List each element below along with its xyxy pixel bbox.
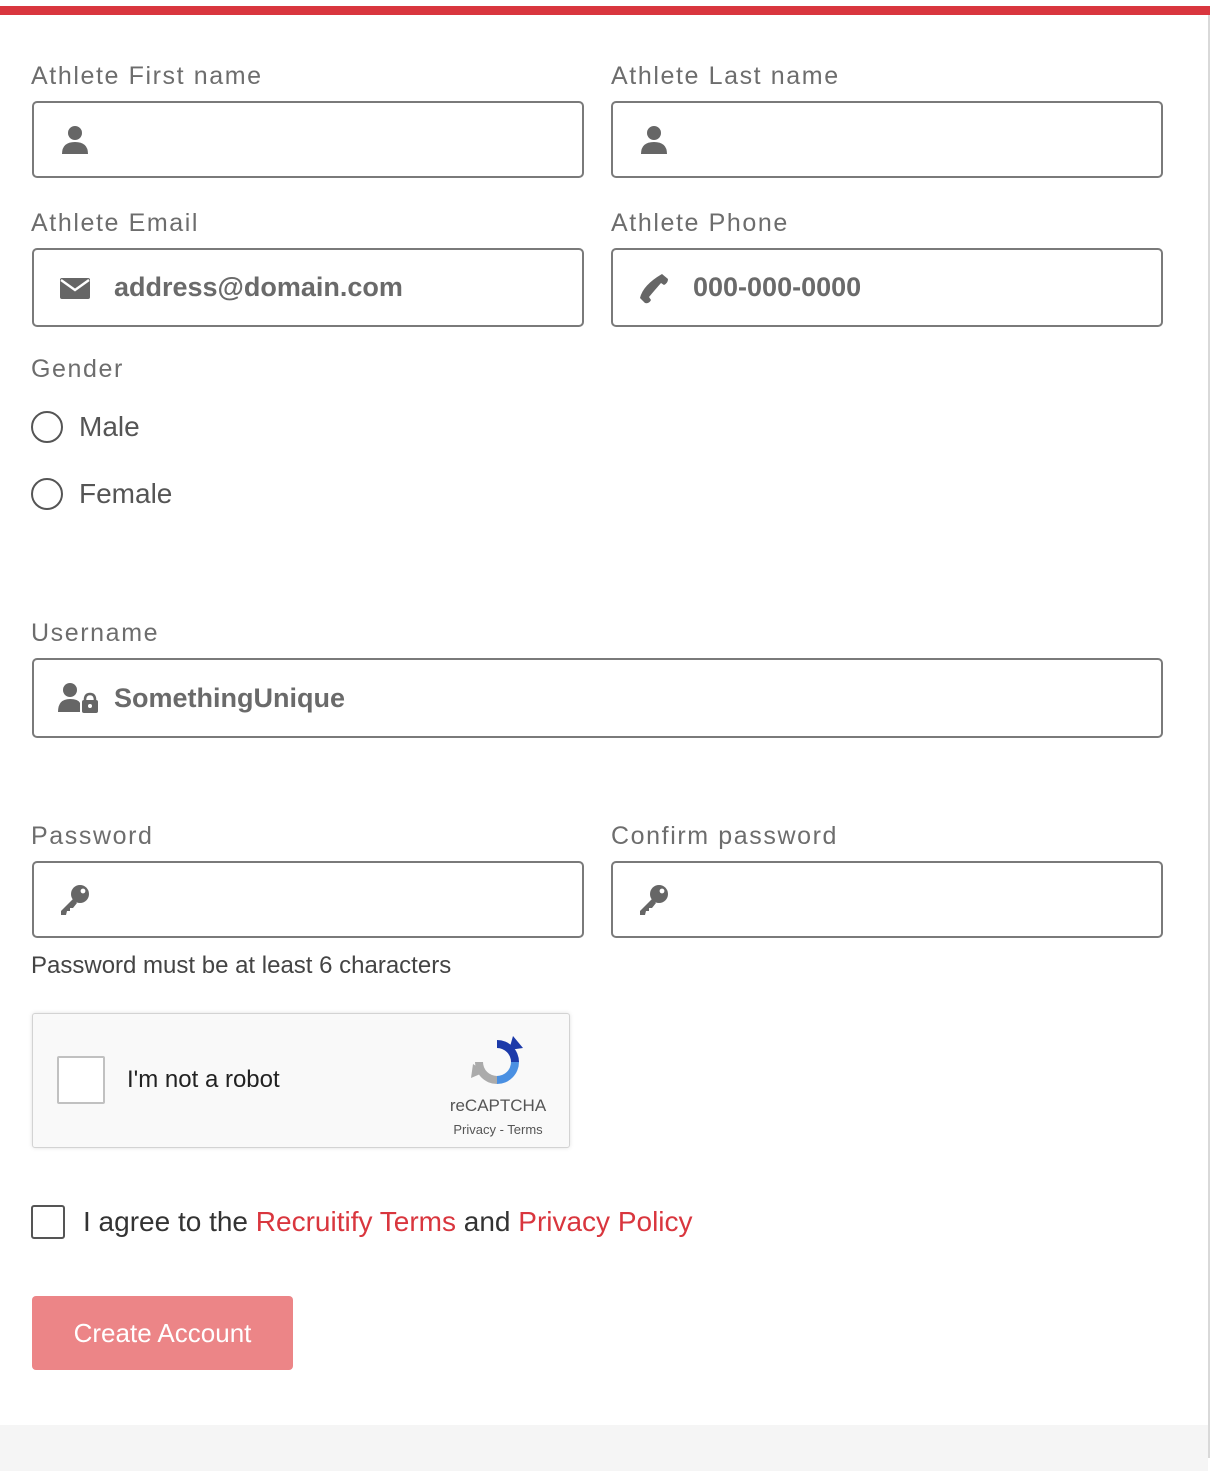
create-account-button[interactable]: Create Account [32, 1296, 293, 1370]
password-input[interactable] [112, 863, 568, 936]
password-field[interactable] [32, 861, 584, 938]
terms-text: I agree to the Recruitify Terms and Priv… [83, 1206, 693, 1238]
phone-field[interactable] [611, 248, 1163, 327]
confirm-password-label: Confirm password [611, 822, 839, 850]
gender-option-female[interactable]: Female [31, 478, 172, 510]
last-name-field[interactable] [611, 101, 1163, 178]
confirm-password-field[interactable] [611, 861, 1163, 938]
last-name-label: Athlete Last name [611, 62, 840, 90]
phone-input[interactable] [691, 250, 1147, 325]
recruitify-terms-link[interactable]: Recruitify Terms [256, 1206, 456, 1237]
radio-male-label: Male [79, 411, 140, 442]
phone-icon [640, 273, 668, 303]
username-field[interactable] [32, 658, 1163, 738]
recaptcha-privacy-link[interactable]: Privacy [453, 1122, 496, 1137]
password-label: Password [31, 822, 154, 850]
form-footer [0, 1425, 1208, 1471]
email-label: Athlete Email [31, 209, 200, 237]
radio-female[interactable] [31, 478, 63, 510]
top-accent-bar [0, 6, 1210, 15]
last-name-input[interactable] [691, 103, 1147, 176]
key-icon [640, 884, 668, 915]
recaptcha-label: I'm not a robot [127, 1066, 280, 1093]
key-icon [61, 884, 89, 915]
recaptcha-link-separator: - [495, 1122, 508, 1137]
username-label: Username [31, 619, 160, 647]
recaptcha-brand: reCAPTCHA [449, 1096, 547, 1115]
terms-checkbox[interactable] [31, 1205, 65, 1239]
privacy-policy-link[interactable]: Privacy Policy [518, 1206, 692, 1237]
radio-male[interactable] [31, 411, 63, 443]
terms-agreement: I agree to the Recruitify Terms and Priv… [31, 1205, 693, 1239]
first-name-label: Athlete First name [31, 62, 263, 90]
password-hint: Password must be at least 6 characters [31, 952, 452, 979]
email-input[interactable] [112, 250, 568, 325]
terms-middle: and [455, 1206, 519, 1237]
phone-label: Athlete Phone [611, 209, 789, 237]
recaptcha-widget: I'm not a robot reCAPTCHA Privacy - Term… [32, 1013, 570, 1148]
user-icon [62, 125, 88, 154]
envelope-icon [60, 277, 90, 299]
user-icon [641, 125, 667, 154]
recaptcha-terms-link[interactable]: Terms [507, 1122, 542, 1137]
radio-female-label: Female [79, 478, 173, 509]
first-name-input[interactable] [112, 103, 568, 176]
user-lock-icon [58, 683, 98, 713]
confirm-password-input[interactable] [691, 863, 1147, 936]
gender-option-male[interactable]: Male [31, 411, 140, 443]
recaptcha-checkbox[interactable] [57, 1056, 105, 1104]
first-name-field[interactable] [32, 101, 584, 178]
recaptcha-links: Privacy - Terms [433, 1122, 563, 1137]
email-field[interactable] [32, 248, 584, 327]
username-input[interactable] [112, 660, 1147, 736]
gender-label: Gender [31, 355, 124, 383]
terms-prefix: I agree to the [83, 1206, 256, 1237]
recaptcha-logo-icon [471, 1036, 523, 1084]
